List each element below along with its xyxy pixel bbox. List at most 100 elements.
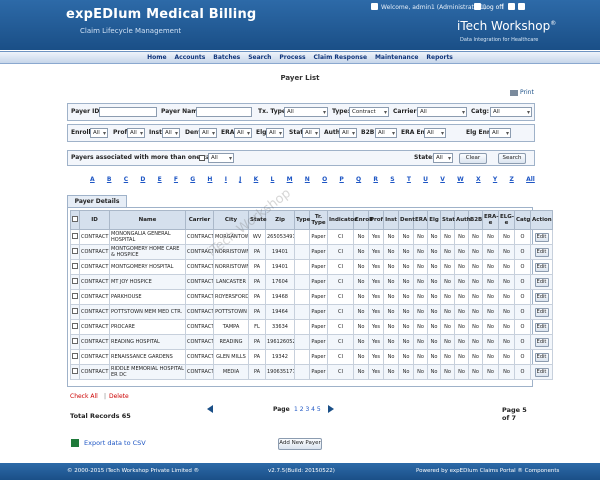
alpha-q[interactable]: Q	[356, 176, 361, 183]
elg-select[interactable]: All	[266, 128, 284, 138]
edit-button[interactable]: Edit	[534, 277, 549, 287]
table-cell: No	[482, 274, 499, 290]
catg-select[interactable]: All	[490, 107, 532, 117]
payer-details-tab[interactable]: Payer Details	[67, 195, 127, 207]
edit-button[interactable]: Edit	[534, 247, 549, 257]
prev-page-icon[interactable]	[207, 405, 213, 413]
multi-carrier-checkbox[interactable]	[199, 155, 205, 161]
tx-type-select[interactable]: All	[284, 107, 328, 117]
table-row: CONTRACT MT JOY HOSPICE CONTRACT LANCASTER P…	[70, 274, 553, 290]
edit-button[interactable]: Edit	[534, 337, 549, 347]
alpha-a[interactable]: A	[90, 176, 95, 183]
alpha-h[interactable]: H	[207, 176, 212, 183]
edit-button[interactable]: Edit	[534, 232, 549, 242]
edit-button[interactable]: Edit	[534, 367, 549, 377]
alpha-l[interactable]: L	[271, 176, 275, 183]
table-cell: No	[383, 229, 399, 245]
add-new-payer-button[interactable]: Add New Payer	[278, 438, 322, 450]
row-checkbox[interactable]	[72, 248, 78, 254]
enroll-select[interactable]: All	[90, 128, 108, 138]
edit-button[interactable]: Edit	[534, 322, 549, 332]
alpha-w[interactable]: W	[457, 176, 464, 183]
alpha-d[interactable]: D	[140, 176, 145, 183]
menu-home[interactable]: Home	[147, 52, 166, 64]
inst-select[interactable]: All	[162, 128, 180, 138]
menu-reports[interactable]: Reports	[426, 52, 453, 64]
alpha-r[interactable]: R	[373, 176, 378, 183]
row-checkbox[interactable]	[72, 353, 78, 359]
alpha-y[interactable]: Y	[493, 176, 497, 183]
menu-claim-response[interactable]: Claim Response	[314, 52, 368, 64]
edit-button[interactable]: Edit	[534, 307, 549, 317]
auth-select[interactable]: All	[339, 128, 357, 138]
alpha-f[interactable]: F	[174, 176, 178, 183]
delete-link[interactable]: Delete	[109, 393, 129, 400]
action-cell: Edit	[530, 304, 553, 320]
alpha-m[interactable]: M	[287, 176, 293, 183]
menu-process[interactable]: Process	[279, 52, 305, 64]
alpha-o[interactable]: O	[322, 176, 327, 183]
alpha-all[interactable]: All	[526, 176, 535, 183]
alpha-c[interactable]: C	[124, 176, 128, 183]
menu-search[interactable]: Search	[248, 52, 271, 64]
alpha-e[interactable]: E	[158, 176, 162, 183]
alpha-u[interactable]: U	[423, 176, 428, 183]
row-checkbox[interactable]	[72, 233, 78, 239]
check-all-link[interactable]: Check All	[70, 393, 98, 400]
edit-button[interactable]: Edit	[534, 352, 549, 362]
edit-button[interactable]: Edit	[534, 262, 549, 272]
alpha-v[interactable]: V	[440, 176, 445, 183]
search-button[interactable]: Search	[498, 153, 526, 164]
next-page-icon[interactable]	[328, 405, 334, 413]
alpha-g[interactable]: G	[190, 176, 195, 183]
payer-name-input[interactable]	[196, 107, 252, 117]
carrier-select[interactable]: All	[417, 107, 467, 117]
row-checkbox[interactable]	[72, 263, 78, 269]
payer-id-input[interactable]	[99, 107, 157, 117]
row-checkbox[interactable]	[72, 308, 78, 314]
alpha-k[interactable]: K	[254, 176, 259, 183]
logoff-link[interactable]: Log off	[483, 4, 503, 11]
alpha-z[interactable]: Z	[509, 176, 513, 183]
row-checkbox[interactable]	[72, 338, 78, 344]
state-select[interactable]: All	[433, 153, 453, 163]
column-header: Tr. Type	[309, 210, 328, 230]
row-checkbox[interactable]	[72, 293, 78, 299]
alpha-b[interactable]: B	[107, 176, 112, 183]
select-all-checkbox[interactable]	[72, 216, 78, 222]
alpha-j[interactable]: J	[239, 176, 241, 183]
alpha-t[interactable]: T	[407, 176, 411, 183]
clear-button[interactable]: Clear	[459, 153, 487, 164]
dent-select[interactable]: All	[199, 128, 217, 138]
window-icon[interactable]	[508, 3, 515, 10]
help-icon[interactable]	[518, 3, 525, 10]
alpha-n[interactable]: N	[305, 176, 310, 183]
multi-carrier-select[interactable]: All	[208, 153, 234, 163]
logoff-icon[interactable]	[474, 3, 481, 10]
menu-accounts[interactable]: Accounts	[175, 52, 206, 64]
alpha-s[interactable]: S	[390, 176, 394, 183]
stat-select[interactable]: All	[302, 128, 320, 138]
alpha-x[interactable]: X	[476, 176, 481, 183]
column-header: ELG-e	[498, 210, 515, 230]
type-select[interactable]: Contract	[349, 107, 389, 117]
era-select[interactable]: All	[234, 128, 252, 138]
table-cell: Paper	[309, 259, 328, 275]
elg-enr-select[interactable]: All	[489, 128, 511, 138]
export-csv-link[interactable]: Export data to CSV	[71, 439, 146, 447]
print-link[interactable]: Print	[510, 89, 534, 96]
row-checkbox[interactable]	[72, 368, 78, 374]
row-checkbox[interactable]	[72, 323, 78, 329]
table-cell: No	[383, 304, 399, 320]
alpha-i[interactable]: I	[225, 176, 227, 183]
alpha-p[interactable]: P	[339, 176, 343, 183]
prof-select[interactable]: All	[127, 128, 145, 138]
page-number-links[interactable]: 1 2 3 4 5	[294, 406, 321, 413]
era-enr-select[interactable]: All	[424, 128, 446, 138]
b2b-select[interactable]: All	[375, 128, 397, 138]
row-checkbox[interactable]	[72, 278, 78, 284]
menu-batches[interactable]: Batches	[213, 52, 240, 64]
menu-maintenance[interactable]: Maintenance	[375, 52, 419, 64]
table-cell	[294, 229, 310, 245]
edit-button[interactable]: Edit	[534, 292, 549, 302]
